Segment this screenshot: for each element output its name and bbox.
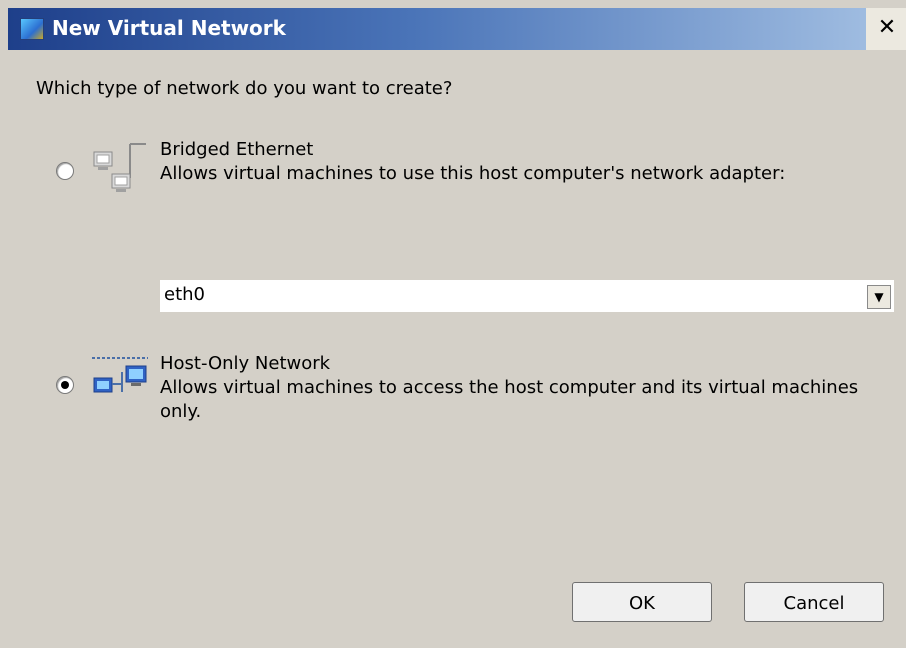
cancel-button[interactable]: Cancel [744, 582, 884, 622]
title-bar: New Virtual Network ✕ [8, 8, 906, 50]
host-only-network-label: Host-Only Network [160, 353, 331, 374]
title-bar-right: ✕ [866, 8, 906, 50]
bridged-ethernet-description: Allows virtual machines to use this host… [160, 163, 786, 184]
bridged-ethernet-label: Bridged Ethernet [160, 139, 314, 160]
bridged-network-icon [93, 143, 146, 192]
ok-button[interactable]: OK [572, 582, 712, 622]
radio-selected-dot [61, 381, 69, 389]
network-adapter-select[interactable]: eth0 ▼ [160, 280, 894, 312]
host-only-network-radio[interactable] [56, 376, 74, 394]
host-only-network-description-line1: Allows virtual machines to access the ho… [160, 377, 859, 398]
host-only-network-description-line2: only. [160, 401, 202, 422]
close-icon[interactable]: ✕ [874, 16, 900, 40]
bridged-ethernet-radio[interactable] [56, 162, 74, 180]
app-icon [20, 18, 44, 40]
network-adapter-value: eth0 [164, 284, 205, 305]
prompt-text: Which type of network do you want to cre… [36, 78, 453, 99]
host-only-network-icon [92, 357, 148, 393]
chevron-down-icon[interactable]: ▼ [867, 285, 891, 309]
window-title: New Virtual Network [52, 16, 286, 40]
